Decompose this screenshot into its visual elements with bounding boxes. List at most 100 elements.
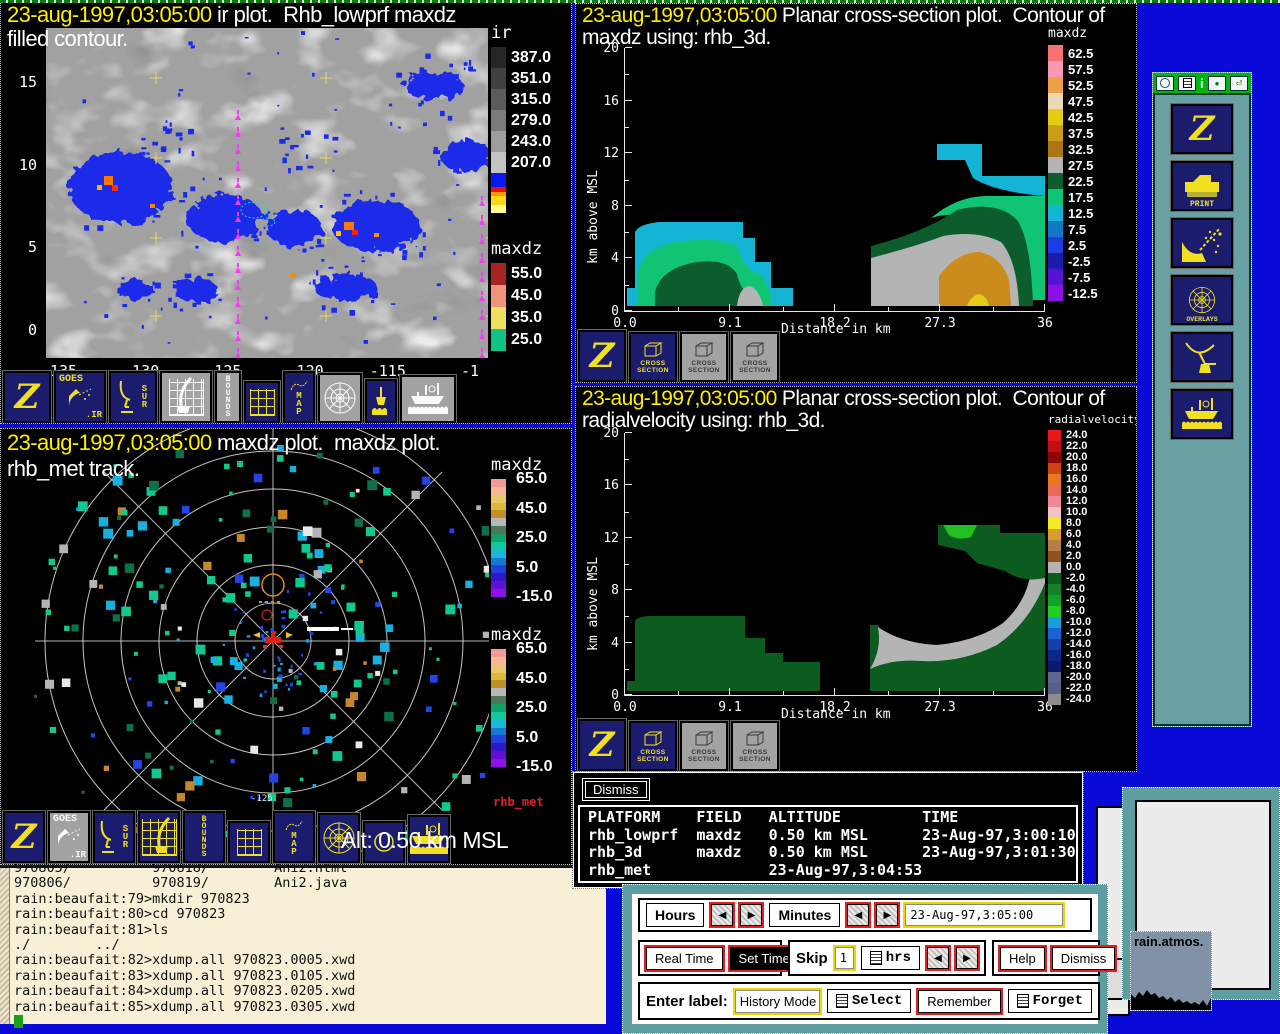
enter-label-caption: Enter label: <box>646 993 728 1010</box>
terminal-text: 970805/ 970818/ Ani2.html970806/ 970819/… <box>14 861 355 1030</box>
minutes-back-arrow[interactable]: ◀ <box>847 904 869 926</box>
xs2-plot-area[interactable]: 0.09.118.227.336201612840 <box>624 433 1045 696</box>
grid-icon-button[interactable] <box>228 821 270 863</box>
cross-icon-button[interactable]: CROSSSECTION <box>629 332 677 382</box>
ship-icon-button[interactable] <box>400 375 456 423</box>
hours-forward-arrow[interactable]: ▶ <box>740 904 762 926</box>
zebra-icon-button[interactable]: Z <box>578 330 626 382</box>
ir-y-axis-labels: 151050 <box>13 81 37 329</box>
titlebar-dot-button[interactable]: ● <box>1208 76 1226 91</box>
ppi-platform-label: rhb_met <box>493 795 544 809</box>
zebra-icon-button[interactable]: Z <box>3 811 45 863</box>
real-time-button[interactable]: Real Time <box>646 947 723 970</box>
titlebar-menu-button[interactable] <box>1156 76 1174 91</box>
skip-back-arrow[interactable]: ◀ <box>927 947 949 969</box>
menu-icon <box>1017 994 1029 1008</box>
rain-atmos-icon[interactable]: rain.atmos. <box>1130 931 1212 1011</box>
time-field[interactable]: 23-Aug-97,3:05:00 <box>905 904 1063 926</box>
zebra-icon-button[interactable]: Z <box>1171 104 1233 154</box>
icon-panel-title: icon <box>1200 76 1204 91</box>
xs2-window-subtitle: radialvelocity using: rhb_3d. <box>582 409 825 433</box>
terminal-line: rain:beaufait:82>xdump.all 970823.0005.x… <box>14 953 355 968</box>
dish2-icon-button[interactable] <box>1171 332 1233 382</box>
gridradar-icon-button[interactable] <box>138 811 180 863</box>
terminal-line: rain:beaufait:80>cd 970823 <box>14 907 355 922</box>
minutes-forward-arrow[interactable]: ▶ <box>876 904 898 926</box>
sur-icon-button[interactable]: SUR <box>109 371 157 423</box>
spray-icon-button[interactable] <box>1171 218 1233 268</box>
skip-forward-arrow[interactable]: ▶ <box>956 947 978 969</box>
dialog-table-frame: PLATFORM FIELD ALTITUDE TIME rhb_lowprf … <box>578 805 1078 883</box>
minutes-button[interactable]: Minutes <box>769 903 840 927</box>
zebra-icon-button[interactable]: Z <box>3 371 51 423</box>
cross-icon-button[interactable]: CROSSSECTION <box>731 721 779 771</box>
hours-button[interactable]: Hours <box>646 903 704 927</box>
time-mode-panel: Real Time Set Time <box>638 940 782 976</box>
terminal-line: rain:beaufait:79>mkdir 970823 <box>14 892 355 907</box>
menu-icon <box>836 994 848 1008</box>
grid-icon-button[interactable] <box>244 381 280 423</box>
label-panel: Enter label: History Mode Select Remembe… <box>638 982 1100 1020</box>
scale-row: -14.0 <box>1048 639 1136 650</box>
satellite-image[interactable]: -135-130-125-120-115-1 <box>46 28 488 358</box>
xs2-y-axis-title: km above MSL <box>586 491 601 651</box>
map-icon-button[interactable]: MAP <box>273 811 315 863</box>
skip-units-button[interactable]: hrs <box>861 946 920 970</box>
buoy-icon-button[interactable] <box>365 379 397 423</box>
bounds-icon-button[interactable]: BOUNDS <box>215 371 241 423</box>
zebra-icon-button[interactable]: Z <box>578 719 626 771</box>
cross-icon-button[interactable]: CROSSSECTION <box>680 721 728 771</box>
ppi-window-subtitle: rhb_met track. <box>7 456 139 482</box>
overlays-icon-button[interactable]: OVERLAYS <box>1171 275 1233 325</box>
scale-row: 351.0 <box>491 68 571 89</box>
xs1-colorscale-cells: 62.557.552.547.542.537.532.527.522.517.5… <box>1048 45 1136 301</box>
titlebar-list-button[interactable] <box>1178 76 1196 91</box>
sur-icon-button[interactable]: SUR <box>93 811 135 863</box>
icon-panel-titlebar: icon ● ⏎ <box>1153 73 1251 95</box>
label-field[interactable]: History Mode <box>735 990 820 1013</box>
dialog-dismiss-button[interactable]: Dismiss <box>582 778 650 801</box>
remember-button[interactable]: Remember <box>918 990 1000 1013</box>
goes-icon-button[interactable]: GOES.IR <box>54 371 106 423</box>
terminal-scrollbar[interactable] <box>0 868 10 1024</box>
scale-row: 12.0 <box>1048 496 1136 507</box>
window-cross-section-radialvelocity: 23-aug-1997,03:05:00 Planar cross-sectio… <box>575 386 1137 772</box>
ppi-display[interactable]: -125 <box>1 429 489 864</box>
hours-back-arrow[interactable]: ◀ <box>711 904 733 926</box>
scale-row <box>491 205 571 213</box>
scale-row: 4.0 <box>1048 540 1136 551</box>
xs1-plot-area[interactable]: 0.09.118.227.336201612840 <box>624 48 1045 312</box>
titlebar-shade-button[interactable]: ⏎ <box>1230 76 1248 91</box>
shipbig-icon-button[interactable] <box>1171 389 1233 439</box>
scale-row: 8.0 <box>1048 518 1136 529</box>
goes-icon-button[interactable]: GOES.IR <box>48 811 90 863</box>
terminal-window[interactable]: 970805/ 970818/ Ani2.html970806/ 970819/… <box>0 866 606 1024</box>
scale-row: 35.0 <box>491 307 571 329</box>
time-dismiss-button[interactable]: Dismiss <box>1052 947 1116 970</box>
skip-field[interactable]: 1 <box>835 947 854 969</box>
window-ppi-maxdz: -125 23-aug-1997,03:05:00 maxdz plot. ma… <box>0 428 572 865</box>
scale-row: -12.0 <box>1048 628 1136 639</box>
web-icon-button[interactable] <box>318 373 362 423</box>
forget-button[interactable]: Forget <box>1008 989 1092 1013</box>
select-button[interactable]: Select <box>827 989 911 1013</box>
gridradar-icon-button[interactable] <box>160 371 212 423</box>
cross-icon-button[interactable]: CROSSSECTION <box>731 332 779 382</box>
scale-row: 24.0 <box>1048 430 1136 441</box>
bounds-icon-button[interactable]: BOUNDS <box>183 811 225 863</box>
terminal-cursor <box>14 1015 23 1028</box>
help-button[interactable]: Help <box>1000 947 1045 970</box>
platform-status-table: PLATFORM FIELD ALTITUDE TIME rhb_lowprf … <box>588 809 1068 879</box>
cross-icon-button[interactable]: CROSSSECTION <box>629 721 677 771</box>
forget-label: Forget <box>1033 993 1083 1009</box>
cross-icon-button[interactable]: CROSSSECTION <box>680 332 728 382</box>
scale-row: 42.5 <box>1048 109 1136 125</box>
map-icon-button[interactable]: MAP <box>283 371 315 423</box>
load-histogram <box>1131 980 1212 1010</box>
scale-row: 22.0 <box>1048 441 1136 452</box>
ir-window-title: 23-aug-1997,03:05:00 ir plot. Rhb_lowprf… <box>7 2 456 28</box>
ir-colorscale: ir 387.0351.0315.0279.0243.0207.0 <box>491 23 571 213</box>
xs2-colorscale-cells: 24.022.020.018.016.014.012.010.08.06.04.… <box>1048 430 1136 705</box>
scale-row: 2.5 <box>1048 237 1136 253</box>
print-icon-button[interactable]: PRINT <box>1171 161 1233 211</box>
